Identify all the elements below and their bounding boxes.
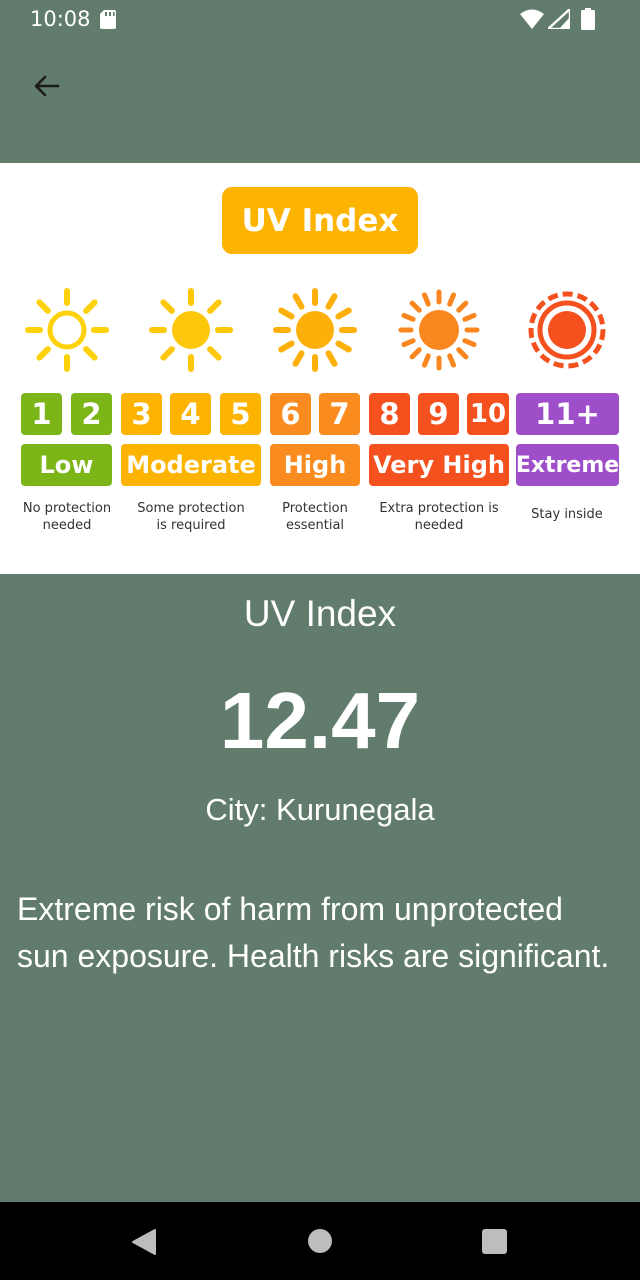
back-arrow-icon xyxy=(34,75,60,97)
sun-extreme-icon xyxy=(528,291,606,369)
nav-home-icon[interactable] xyxy=(308,1229,332,1253)
sd-card-icon xyxy=(100,10,116,29)
uv-number-5: 5 xyxy=(220,393,261,435)
uv-index-chart-image: UV Index 1 2 3 4 5 6 7 8 9 10 11+ Low Mo… xyxy=(0,163,640,574)
uv-number-4: 4 xyxy=(170,393,211,435)
uv-index-label: UV Index xyxy=(243,593,397,634)
uv-number-1: 1 xyxy=(21,393,62,435)
status-time: 10:08 xyxy=(30,7,91,31)
uv-number-2: 2 xyxy=(71,393,112,435)
level-moderate-label: Moderate xyxy=(121,444,261,486)
uv-number-8: 8 xyxy=(369,393,410,435)
wifi-icon xyxy=(520,9,544,29)
chart-title: UV Index xyxy=(222,187,418,254)
uv-number-10: 10 xyxy=(467,393,509,435)
back-button[interactable] xyxy=(22,62,70,110)
uv-number-6: 6 xyxy=(270,393,311,435)
sun-very-high-icon xyxy=(398,289,480,371)
level-extreme-desc: Stay inside xyxy=(531,507,603,522)
signal-icon xyxy=(548,9,570,29)
city-label: City: Kurunegala xyxy=(205,792,435,827)
level-very-high-desc: Extra protection is needed xyxy=(379,501,499,533)
level-high-desc: Protection essential xyxy=(282,501,348,533)
level-extreme-label: Extreme xyxy=(516,444,619,486)
level-very-high-label: Very High xyxy=(369,444,509,486)
sun-moderate-icon xyxy=(149,288,233,372)
uv-number-9: 9 xyxy=(418,393,459,435)
level-high-label: High xyxy=(270,444,360,486)
battery-icon xyxy=(581,8,595,30)
uv-number-11-plus: 11+ xyxy=(516,393,619,435)
level-low-desc: No protection needed xyxy=(22,501,112,533)
sun-high-icon xyxy=(273,288,357,372)
nav-recents-icon[interactable] xyxy=(482,1229,507,1254)
uv-number-3: 3 xyxy=(121,393,162,435)
level-low-label: Low xyxy=(21,444,112,486)
level-moderate-desc: Some protection is required xyxy=(137,501,245,533)
uv-number-7: 7 xyxy=(319,393,360,435)
uv-index-value: 12.47 xyxy=(219,676,421,765)
sun-low-icon xyxy=(25,288,109,372)
status-bar: 10:08 xyxy=(0,0,640,40)
nav-back-icon[interactable] xyxy=(131,1228,157,1256)
risk-description: Extreme risk of harm from unprotected su… xyxy=(17,891,610,974)
